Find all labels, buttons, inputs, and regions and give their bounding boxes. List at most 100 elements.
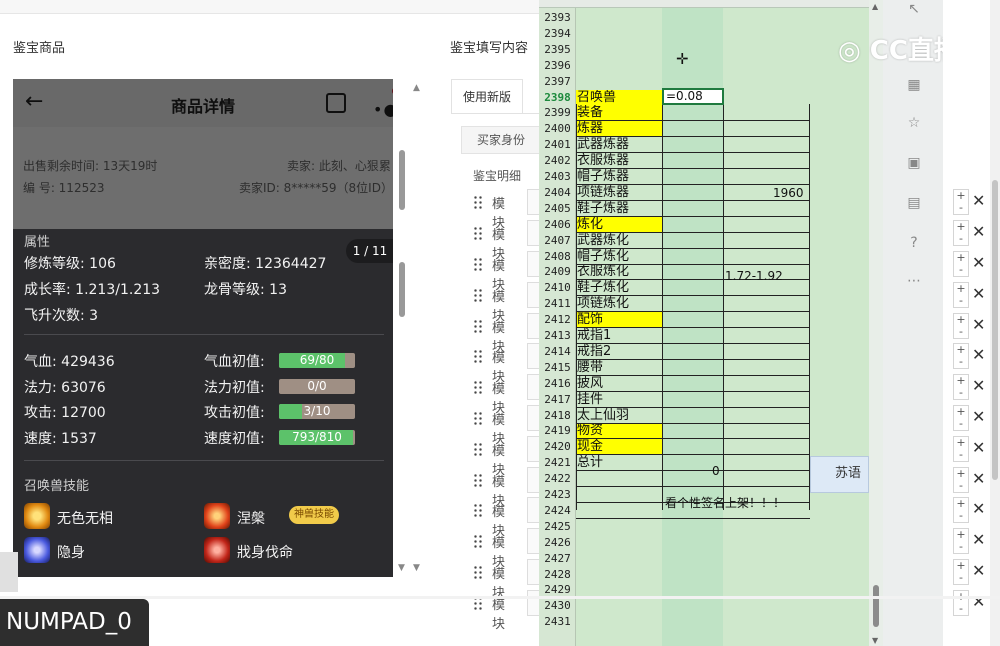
row-number[interactable]: 2401 xyxy=(539,137,576,153)
drag-handle-icon[interactable] xyxy=(473,226,483,240)
row-number[interactable]: 2422 xyxy=(539,471,576,487)
decrement-icon[interactable]: - xyxy=(954,418,968,430)
row-number[interactable]: 2420 xyxy=(539,439,576,455)
more-icon[interactable]: ⋯ xyxy=(905,272,923,290)
stepper[interactable]: +- xyxy=(953,436,969,462)
row-number[interactable]: 2423 xyxy=(539,487,576,503)
row-number[interactable]: 2413 xyxy=(539,328,576,344)
stepper[interactable]: +- xyxy=(953,220,969,246)
decrement-icon[interactable]: - xyxy=(954,356,968,368)
remove-icon[interactable]: ✕ xyxy=(972,345,985,364)
row-number[interactable]: 2418 xyxy=(539,408,576,424)
drag-handle-icon[interactable] xyxy=(473,349,483,363)
more-icon[interactable]: •●• xyxy=(373,100,393,119)
scrollbar-thumb[interactable] xyxy=(399,262,405,317)
side-handle[interactable] xyxy=(0,552,18,592)
stepper[interactable]: +- xyxy=(953,405,969,431)
remove-icon[interactable]: ✕ xyxy=(972,376,985,395)
remove-icon[interactable]: ✕ xyxy=(972,191,985,210)
row-number[interactable]: 2428 xyxy=(539,567,576,583)
row-number[interactable]: 2430 xyxy=(539,598,576,614)
row-number[interactable]: 2405 xyxy=(539,201,576,217)
row-number[interactable]: 2396 xyxy=(539,58,576,74)
stepper[interactable]: +- xyxy=(953,343,969,369)
stepper[interactable]: +- xyxy=(953,497,969,523)
drag-handle-icon[interactable] xyxy=(473,411,483,425)
row-number[interactable]: 2398 xyxy=(539,90,576,106)
decrement-icon[interactable]: - xyxy=(954,572,968,584)
row-number[interactable]: 2408 xyxy=(539,249,576,265)
drag-handle-icon[interactable] xyxy=(473,257,483,271)
decrement-icon[interactable]: - xyxy=(954,510,968,522)
scroll-down-icon[interactable]: ▼ xyxy=(398,563,405,573)
drag-handle-icon[interactable] xyxy=(473,442,483,456)
row-number[interactable]: 2393 xyxy=(539,10,576,26)
tab-new-version[interactable]: 使用新版 xyxy=(451,79,523,113)
buyer-identity-tab[interactable]: 买家身份 xyxy=(461,126,541,154)
row-number[interactable]: 2400 xyxy=(539,121,576,137)
remove-icon[interactable]: ✕ xyxy=(972,407,985,426)
decrement-icon[interactable]: - xyxy=(954,264,968,276)
skill-sun-icon[interactable] xyxy=(24,503,50,529)
remove-icon[interactable]: ✕ xyxy=(972,469,985,488)
scroll-up-icon[interactable]: ▲ xyxy=(872,2,878,11)
remove-icon[interactable]: ✕ xyxy=(972,315,985,334)
remove-icon[interactable]: ✕ xyxy=(972,561,985,580)
row-number[interactable]: 2421 xyxy=(539,455,576,471)
decrement-icon[interactable]: - xyxy=(954,202,968,214)
stepper[interactable]: +- xyxy=(953,590,969,616)
decrement-icon[interactable]: - xyxy=(954,449,968,461)
drag-handle-icon[interactable] xyxy=(473,319,483,333)
cell-c2409[interactable]: 1.72-1.92 xyxy=(725,269,783,284)
remove-icon[interactable]: ✕ xyxy=(972,284,985,303)
stepper[interactable]: +- xyxy=(953,528,969,554)
cell-b2423[interactable]: 看个性签名上架！！！ xyxy=(665,496,785,511)
scrollbar-thumb[interactable] xyxy=(873,585,879,627)
share-icon[interactable] xyxy=(326,93,346,113)
decrement-icon[interactable]: - xyxy=(954,387,968,399)
decrement-icon[interactable]: - xyxy=(954,480,968,492)
row-number[interactable]: 2416 xyxy=(539,376,576,392)
page-scrollbar[interactable] xyxy=(990,0,1000,646)
scroll-up-icon[interactable]: ▲ xyxy=(413,83,420,93)
drag-handle-icon[interactable] xyxy=(473,565,483,579)
decrement-icon[interactable]: - xyxy=(954,326,968,338)
drag-handle-icon[interactable] xyxy=(473,473,483,487)
help-icon[interactable]: ? xyxy=(905,234,923,252)
remove-icon[interactable]: ✕ xyxy=(972,438,985,457)
stepper[interactable]: +- xyxy=(953,374,969,400)
scroll-down-icon[interactable]: ▼ xyxy=(413,563,420,573)
row-number[interactable]: 2406 xyxy=(539,217,576,233)
row-number[interactable]: 2417 xyxy=(539,392,576,408)
row-number[interactable]: 2427 xyxy=(539,551,576,567)
remove-icon[interactable]: ✕ xyxy=(972,253,985,272)
row-number[interactable]: 2419 xyxy=(539,423,576,439)
drag-handle-icon[interactable] xyxy=(473,380,483,394)
stepper[interactable]: +- xyxy=(953,251,969,277)
stepper[interactable]: +- xyxy=(953,559,969,585)
stepper[interactable]: +- xyxy=(953,467,969,493)
stepper[interactable]: +- xyxy=(953,313,969,339)
document-icon[interactable]: ▤ xyxy=(905,194,923,212)
active-cell[interactable]: =0.08 xyxy=(662,88,724,105)
row-number[interactable]: 2431 xyxy=(539,614,576,630)
drag-handle-icon[interactable] xyxy=(473,195,483,209)
remove-icon[interactable]: ✕ xyxy=(972,499,985,518)
row-number[interactable]: 2414 xyxy=(539,344,576,360)
row-number[interactable]: 2404 xyxy=(539,185,576,201)
drag-handle-icon[interactable] xyxy=(473,534,483,548)
skill-blade-icon[interactable] xyxy=(204,537,230,563)
row-number[interactable]: 2411 xyxy=(539,296,576,312)
decrement-icon[interactable]: - xyxy=(954,603,968,615)
remove-icon[interactable]: ✕ xyxy=(972,530,985,549)
remove-icon[interactable]: ✕ xyxy=(972,592,985,611)
stepper[interactable]: +- xyxy=(953,189,969,215)
row-number[interactable]: 2424 xyxy=(539,503,576,519)
row-number[interactable]: 2399 xyxy=(539,105,576,121)
layout-icon[interactable]: ▦ xyxy=(905,76,923,94)
row-number[interactable]: 2407 xyxy=(539,233,576,249)
scrollbar-thumb[interactable] xyxy=(992,180,998,480)
phone-scrollbar[interactable] xyxy=(398,80,406,570)
skill-phoenix-icon[interactable] xyxy=(204,503,230,529)
row-number[interactable]: 2412 xyxy=(539,312,576,328)
